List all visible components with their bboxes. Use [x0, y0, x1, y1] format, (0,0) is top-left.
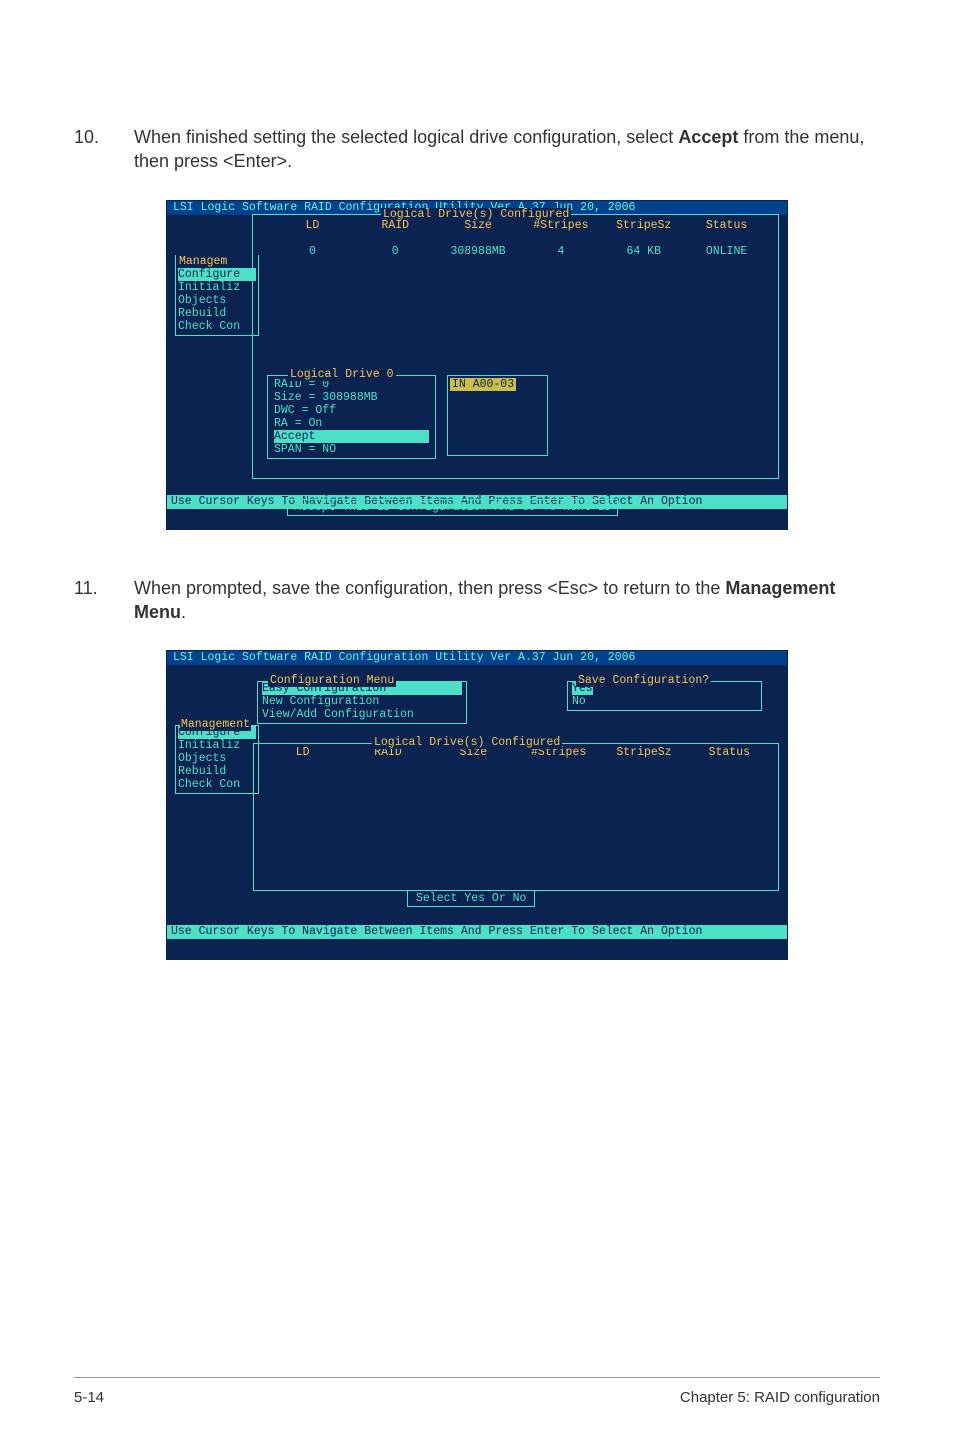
- step-number: 10.: [74, 125, 134, 149]
- terminal-2: LSI Logic Software RAID Configuration Ut…: [166, 650, 788, 960]
- terminal-1-body: Managem Configure Initializ Objects Rebu…: [167, 215, 787, 495]
- sidebar-item-initialize[interactable]: Initializ: [178, 739, 256, 752]
- sidebar-item-configure[interactable]: Configure: [178, 268, 256, 281]
- step-text-bold: Accept: [678, 127, 738, 147]
- save-configuration-dialog[interactable]: Save Configuration? Yes No: [567, 681, 762, 711]
- management-sidebar[interactable]: Managem Configure Initializ Objects Rebu…: [175, 255, 259, 336]
- management-sidebar[interactable]: Management Configure Initializ Objects R…: [175, 725, 259, 794]
- ldbox-title: Logical Drive 0: [288, 368, 396, 381]
- port-label: IN A00-03: [450, 378, 516, 391]
- sidebar-title: Managem: [178, 255, 228, 268]
- page-footer: 5-14 Chapter 5: RAID configuration: [74, 1389, 880, 1406]
- footer-rule: [74, 1377, 880, 1378]
- terminal-1: LSI Logic Software RAID Configuration Ut…: [166, 200, 788, 530]
- col-ld: LD: [260, 746, 345, 759]
- ldbox-line-accept[interactable]: Accept: [274, 430, 429, 443]
- step-text: When prompted, save the configuration, t…: [134, 576, 880, 625]
- footer-page-number: 5-14: [74, 1389, 104, 1406]
- step-text-before: When finished setting the selected logic…: [134, 127, 678, 147]
- col-stripesz: StripeSz: [602, 219, 685, 232]
- col-status: Status: [687, 746, 772, 759]
- step-10: 10. When finished setting the selected l…: [74, 125, 880, 174]
- col-stripesz: StripeSz: [601, 746, 686, 759]
- cell-stripes: 4: [519, 245, 602, 258]
- cell-stripesz: 64 KB: [602, 245, 685, 258]
- ld-configured-title: Logical Drive(s) Configured: [372, 736, 562, 749]
- ld-row: 0 0 308988MB 4 64 KB ONLINE: [271, 245, 768, 258]
- cell-raid: 0: [354, 245, 437, 258]
- ldbox-line-dwc[interactable]: DWC = Off: [274, 404, 429, 417]
- sidebar-title: Management: [180, 718, 251, 731]
- col-ld: LD: [271, 219, 354, 232]
- cfg-menu-title: Configuration Menu: [268, 674, 396, 687]
- save-option-no[interactable]: No: [572, 695, 757, 708]
- accept-prompt[interactable]: Accept This LD Configuration And Go To N…: [287, 499, 618, 516]
- step-text-after: .: [181, 602, 186, 622]
- logical-drive-0-box[interactable]: Logical Drive 0 RAID = 0 Size = 308988MB…: [267, 375, 436, 459]
- configuration-menu[interactable]: Configuration Menu Easy Configuration Ne…: [257, 681, 467, 724]
- sidebar-item-objects[interactable]: Objects: [178, 752, 256, 765]
- cfg-item-viewadd[interactable]: View/Add Configuration: [262, 708, 462, 721]
- save-dialog-title: Save Configuration?: [576, 674, 711, 687]
- cell-size: 308988MB: [437, 245, 520, 258]
- step-text-before: When prompted, save the configuration, t…: [134, 578, 725, 598]
- ld-column-headers: LD RAID Size #Stripes StripeSz Status: [271, 219, 768, 232]
- sidebar-item-initialize[interactable]: Initializ: [178, 281, 256, 294]
- terminal-titlebar: LSI Logic Software RAID Configuration Ut…: [167, 651, 787, 665]
- step-text: When finished setting the selected logic…: [134, 125, 880, 174]
- cell-status: ONLINE: [685, 245, 768, 258]
- terminal-2-body: Management Configure Initializ Objects R…: [167, 665, 787, 925]
- sidebar-item-checkcon[interactable]: Check Con: [178, 320, 256, 333]
- ldbox-line-ra[interactable]: RA = On: [274, 417, 429, 430]
- footer-chapter: Chapter 5: RAID configuration: [680, 1389, 880, 1406]
- terminal-footbar: Use Cursor Keys To Navigate Between Item…: [167, 925, 787, 939]
- ldbox-line-span[interactable]: SPAN = NO: [274, 443, 429, 456]
- cfg-item-new[interactable]: New Configuration: [262, 695, 462, 708]
- step-number: 11.: [74, 576, 134, 600]
- sidebar-item-rebuild[interactable]: Rebuild: [178, 765, 256, 778]
- col-stripes: #Stripes: [519, 219, 602, 232]
- col-size: Size: [437, 219, 520, 232]
- ld-configured-panel: Logical Drive(s) Configured LD RAID Size…: [253, 743, 779, 891]
- port-box: IN A00-03: [447, 375, 548, 456]
- cell-ld: 0: [271, 245, 354, 258]
- sidebar-item-objects[interactable]: Objects: [178, 294, 256, 307]
- select-yes-no-prompt: Select Yes Or No: [407, 890, 535, 907]
- col-raid: RAID: [354, 219, 437, 232]
- col-status: Status: [685, 219, 768, 232]
- step-11: 11. When prompted, save the configuratio…: [74, 576, 880, 625]
- ldbox-line-size[interactable]: Size = 308988MB: [274, 391, 429, 404]
- sidebar-item-rebuild[interactable]: Rebuild: [178, 307, 256, 320]
- sidebar-item-checkcon[interactable]: Check Con: [178, 778, 256, 791]
